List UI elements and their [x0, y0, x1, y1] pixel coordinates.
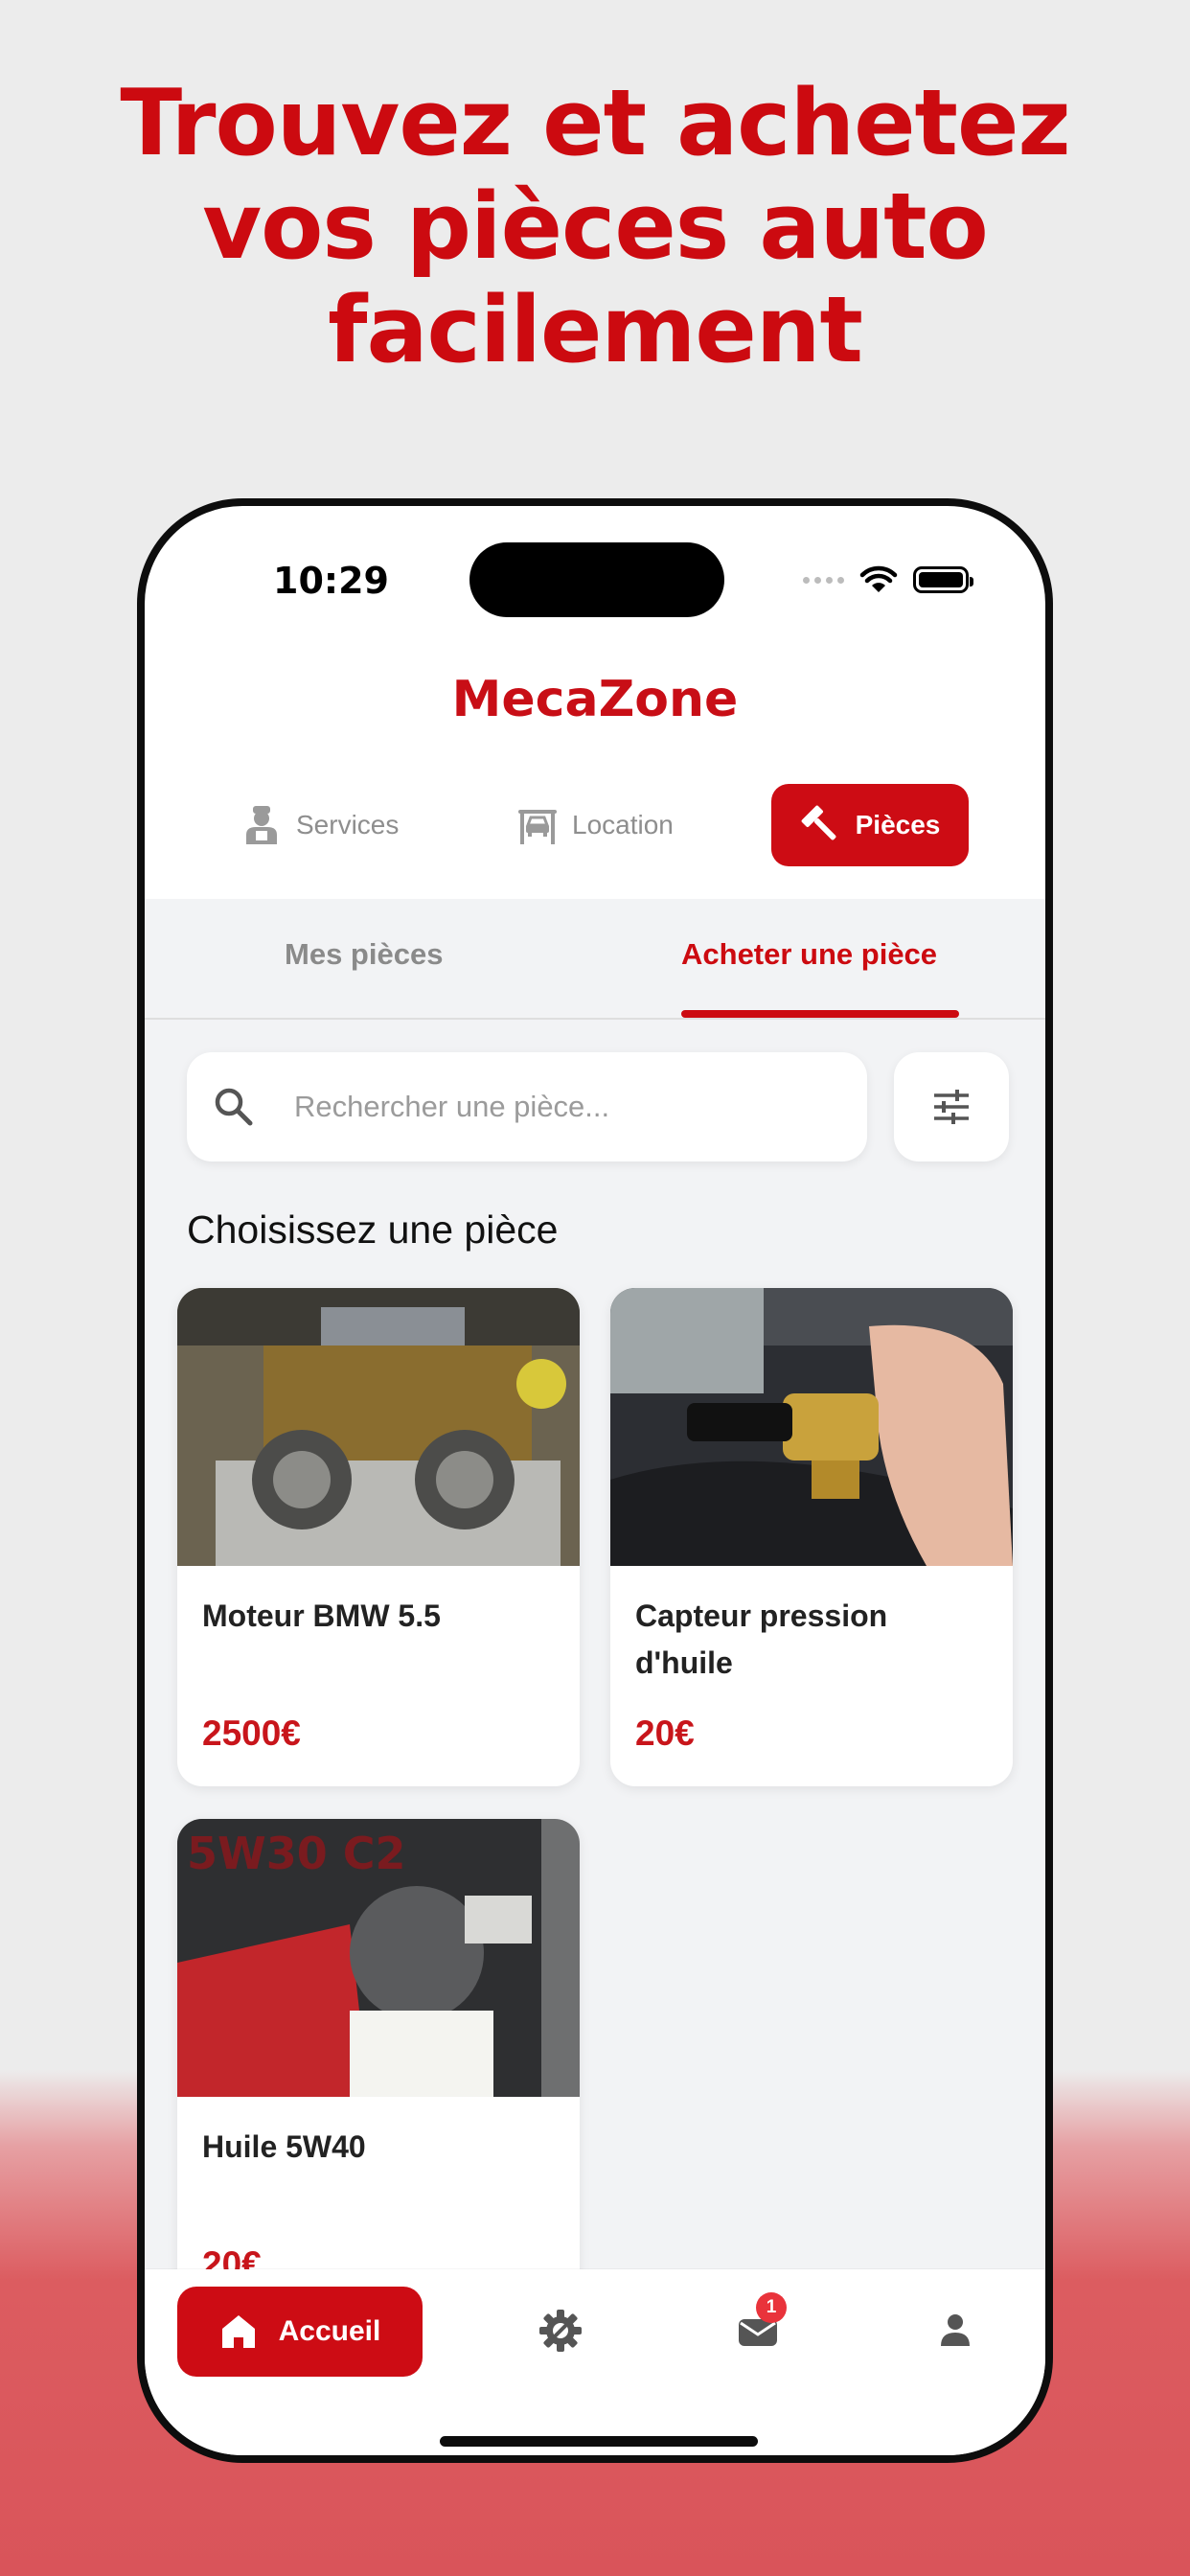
oil-can-photo: 5W30 C2 [177, 1819, 580, 2097]
gear-icon[interactable] [538, 2308, 584, 2354]
status-icons [803, 565, 973, 594]
segment-services[interactable]: Services [240, 784, 399, 866]
content-area: Mes pièces Acheter une pièce Choisissez … [145, 899, 1045, 2269]
product-price: 20€ [635, 1714, 695, 1753]
engine-photo [177, 1288, 580, 1566]
headline-line-1: Trouvez et achetez [120, 71, 1070, 176]
status-time: 10:29 [273, 560, 389, 602]
product-card[interactable]: Capteur pression d'huile 20€ [610, 1288, 1013, 1786]
product-name: Capteur pression d'huile [635, 1598, 888, 1680]
product-card[interactable]: 5W30 C2 Huile 5W40 20€ [177, 1819, 580, 2269]
tab-acheter-une-piece[interactable]: Acheter une pièce [681, 937, 937, 972]
product-price: 2500€ [202, 1714, 301, 1753]
mechanic-icon [246, 806, 277, 844]
wifi-icon [859, 565, 898, 592]
home-indicator [440, 2436, 758, 2447]
filter-sliders-icon [934, 1090, 969, 1124]
phone-frame: 10:29 MecaZone Services Location Pièces … [137, 498, 1053, 2463]
headline-line-3: facilement [328, 278, 863, 383]
car-lift-icon [518, 810, 557, 844]
dynamic-island [469, 542, 724, 617]
signal-dots-icon [803, 576, 844, 584]
active-tab-indicator [681, 1010, 959, 1018]
nav-accueil-button[interactable]: Accueil [177, 2287, 423, 2377]
segment-pieces[interactable]: Pièces [771, 784, 969, 866]
app-title: MecaZone [451, 671, 739, 728]
user-icon[interactable] [932, 2308, 978, 2354]
bottom-navigation: Accueil 1 [145, 2269, 1045, 2455]
status-bar: 10:29 [145, 506, 1045, 621]
segment-location-label: Location [572, 810, 674, 840]
product-price: 20€ [202, 2244, 262, 2269]
category-switcher: Services Location Pièces [145, 784, 1045, 870]
notification-badge: 1 [756, 2292, 787, 2323]
segment-pieces-label: Pièces [855, 810, 941, 840]
promo-headline: Trouvez et achetez vos pièces auto facil… [0, 72, 1190, 382]
product-name: Huile 5W40 [202, 2129, 366, 2164]
headline-line-2: vos pièces auto [202, 174, 989, 280]
search-bar [187, 1052, 867, 1162]
oil-pressure-sensor-photo [610, 1288, 1013, 1566]
product-card[interactable]: Moteur BMW 5.5 2500€ [177, 1288, 580, 1786]
segment-location[interactable]: Location [516, 784, 674, 866]
product-name: Moteur BMW 5.5 [202, 1598, 441, 1633]
search-input[interactable] [294, 1090, 831, 1124]
section-title: Choisissez une pièce [187, 1208, 559, 1252]
nav-accueil-label: Accueil [278, 2315, 381, 2347]
segment-services-label: Services [296, 810, 400, 840]
sub-tabs: Mes pièces Acheter une pièce [145, 899, 1045, 1020]
filter-button[interactable] [894, 1052, 1009, 1162]
tab-mes-pieces[interactable]: Mes pièces [285, 937, 443, 972]
home-icon [221, 2315, 255, 2348]
search-icon [215, 1088, 253, 1126]
hammer-icon [801, 805, 836, 840]
battery-icon [913, 566, 973, 593]
oil-can-label-text: 5W30 C2 [187, 1828, 406, 1879]
